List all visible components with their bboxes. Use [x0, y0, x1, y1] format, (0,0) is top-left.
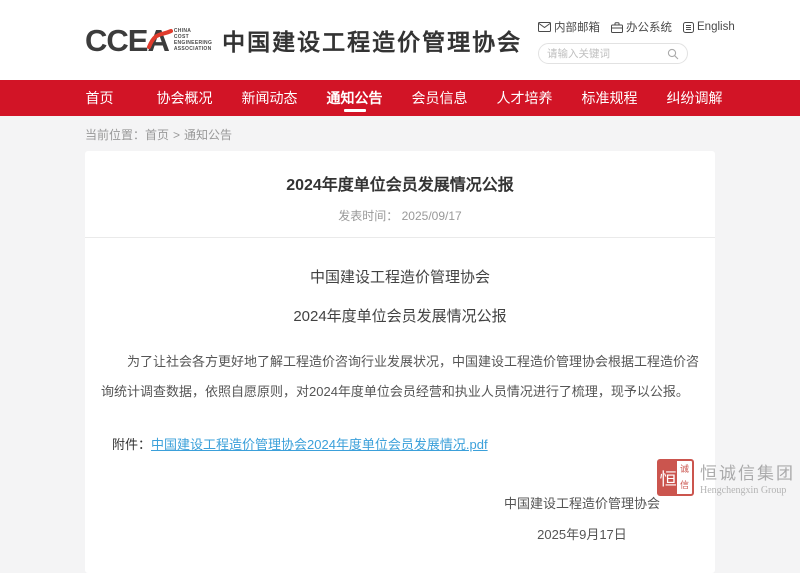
watermark-text: 恒诚信集团 Hengchengxin Group	[700, 459, 795, 496]
office-system-link[interactable]: 办公系统	[611, 19, 672, 35]
article-publish-date: 发表时间： 2025/09/17	[85, 207, 715, 224]
nav-item-members[interactable]: 会员信息	[397, 80, 482, 116]
page: CCEA CHINA COST ENGINEERING ASSOCIATION …	[0, 0, 800, 510]
hengchengxin-watermark: 恒 诚 信 恒诚信集团 Hengchengxin Group	[657, 459, 795, 496]
mail-icon	[538, 22, 551, 32]
ccea-logo-mark: CCEA	[85, 25, 169, 56]
watermark-name-en: Hengchengxin Group	[700, 485, 795, 496]
nav-item-notices-label: 通知公告	[327, 90, 383, 106]
main-nav-inner: 首页 协会概况 新闻动态 通知公告 会员信息 人才培养 标准规程 纠纷调解	[57, 80, 800, 116]
signature-block: 中国建设工程造价管理协会 2025年9月17日	[85, 493, 715, 543]
nav-item-home[interactable]: 首页	[57, 80, 142, 116]
search-input[interactable]	[547, 48, 667, 60]
header-right: 内部邮箱 办公系统	[538, 19, 690, 64]
nav-item-notices[interactable]: 通知公告	[312, 80, 397, 116]
attachment-pdf-link[interactable]: 中国建设工程造价管理协会2024年度单位会员发展情况.pdf	[151, 437, 488, 452]
article-title: 2024年度单位会员发展情况公报	[85, 151, 715, 195]
breadcrumb-separator: >	[173, 128, 180, 142]
nav-item-training[interactable]: 人才培养	[482, 80, 567, 116]
internal-mail-link[interactable]: 内部邮箱	[538, 19, 600, 35]
logo-swoosh-icon	[147, 28, 173, 50]
attachment-row: 附件：中国建设工程造价管理协会2024年度单位会员发展情况.pdf	[112, 434, 715, 453]
search-box	[538, 43, 688, 64]
watermark-logo-bottom-char: 信	[677, 478, 692, 495]
ccea-logo[interactable]: CCEA CHINA COST ENGINEERING ASSOCIATION	[85, 25, 212, 56]
main-nav: 首页 协会概况 新闻动态 通知公告 会员信息 人才培养 标准规程 纠纷调解	[0, 80, 800, 116]
header-inner: CCEA CHINA COST ENGINEERING ASSOCIATION …	[0, 0, 800, 80]
watermark-name-cn: 恒诚信集团	[700, 459, 795, 484]
article-paragraph: 为了让社会各方更好地了解工程造价咨询行业发展状况，中国建设工程造价管理协会根据工…	[101, 347, 699, 407]
briefcase-icon	[611, 22, 623, 33]
globe-icon	[683, 22, 694, 33]
nav-item-disputes[interactable]: 纠纷调解	[652, 80, 737, 116]
breadcrumb-prefix: 当前位置：	[85, 128, 145, 142]
signature-date: 2025年9月17日	[504, 524, 660, 543]
document-org-title: 中国建设工程造价管理协会	[85, 266, 715, 287]
english-link[interactable]: English	[683, 21, 735, 33]
office-system-label: 办公系统	[626, 19, 672, 35]
document-subtitle: 2024年度单位会员发展情况公报	[85, 305, 715, 326]
hengchengxin-logo-icon: 恒 诚 信	[657, 459, 694, 496]
english-label: English	[697, 21, 735, 33]
breadcrumb: 当前位置：首页 > 通知公告	[0, 116, 800, 151]
quick-links: 内部邮箱 办公系统	[538, 19, 690, 35]
search-icon[interactable]	[667, 48, 679, 60]
breadcrumb-home-link[interactable]: 首页	[145, 128, 169, 142]
active-tab-indicator	[344, 109, 366, 112]
watermark-logo-main-char: 恒	[659, 461, 677, 494]
watermark-logo-top-char: 诚	[677, 461, 692, 478]
site-title: 中国建设工程造价管理协会	[222, 23, 522, 57]
signature-inner: 中国建设工程造价管理协会 2025年9月17日	[504, 493, 660, 543]
title-divider	[85, 237, 715, 238]
attachment-label: 附件：	[112, 437, 151, 452]
site-header: CCEA CHINA COST ENGINEERING ASSOCIATION …	[0, 0, 800, 80]
signature-organization: 中国建设工程造价管理协会	[504, 493, 660, 512]
logo-sub-line: ASSOCIATION	[174, 46, 212, 52]
ccea-logo-subtext: CHINA COST ENGINEERING ASSOCIATION	[174, 28, 212, 52]
internal-mail-label: 内部邮箱	[554, 19, 600, 35]
nav-item-about[interactable]: 协会概况	[142, 80, 227, 116]
nav-item-standards[interactable]: 标准规程	[567, 80, 652, 116]
watermark-logo-side-chars: 诚 信	[677, 461, 692, 494]
nav-item-news[interactable]: 新闻动态	[227, 80, 312, 116]
breadcrumb-current-link[interactable]: 通知公告	[184, 128, 232, 142]
